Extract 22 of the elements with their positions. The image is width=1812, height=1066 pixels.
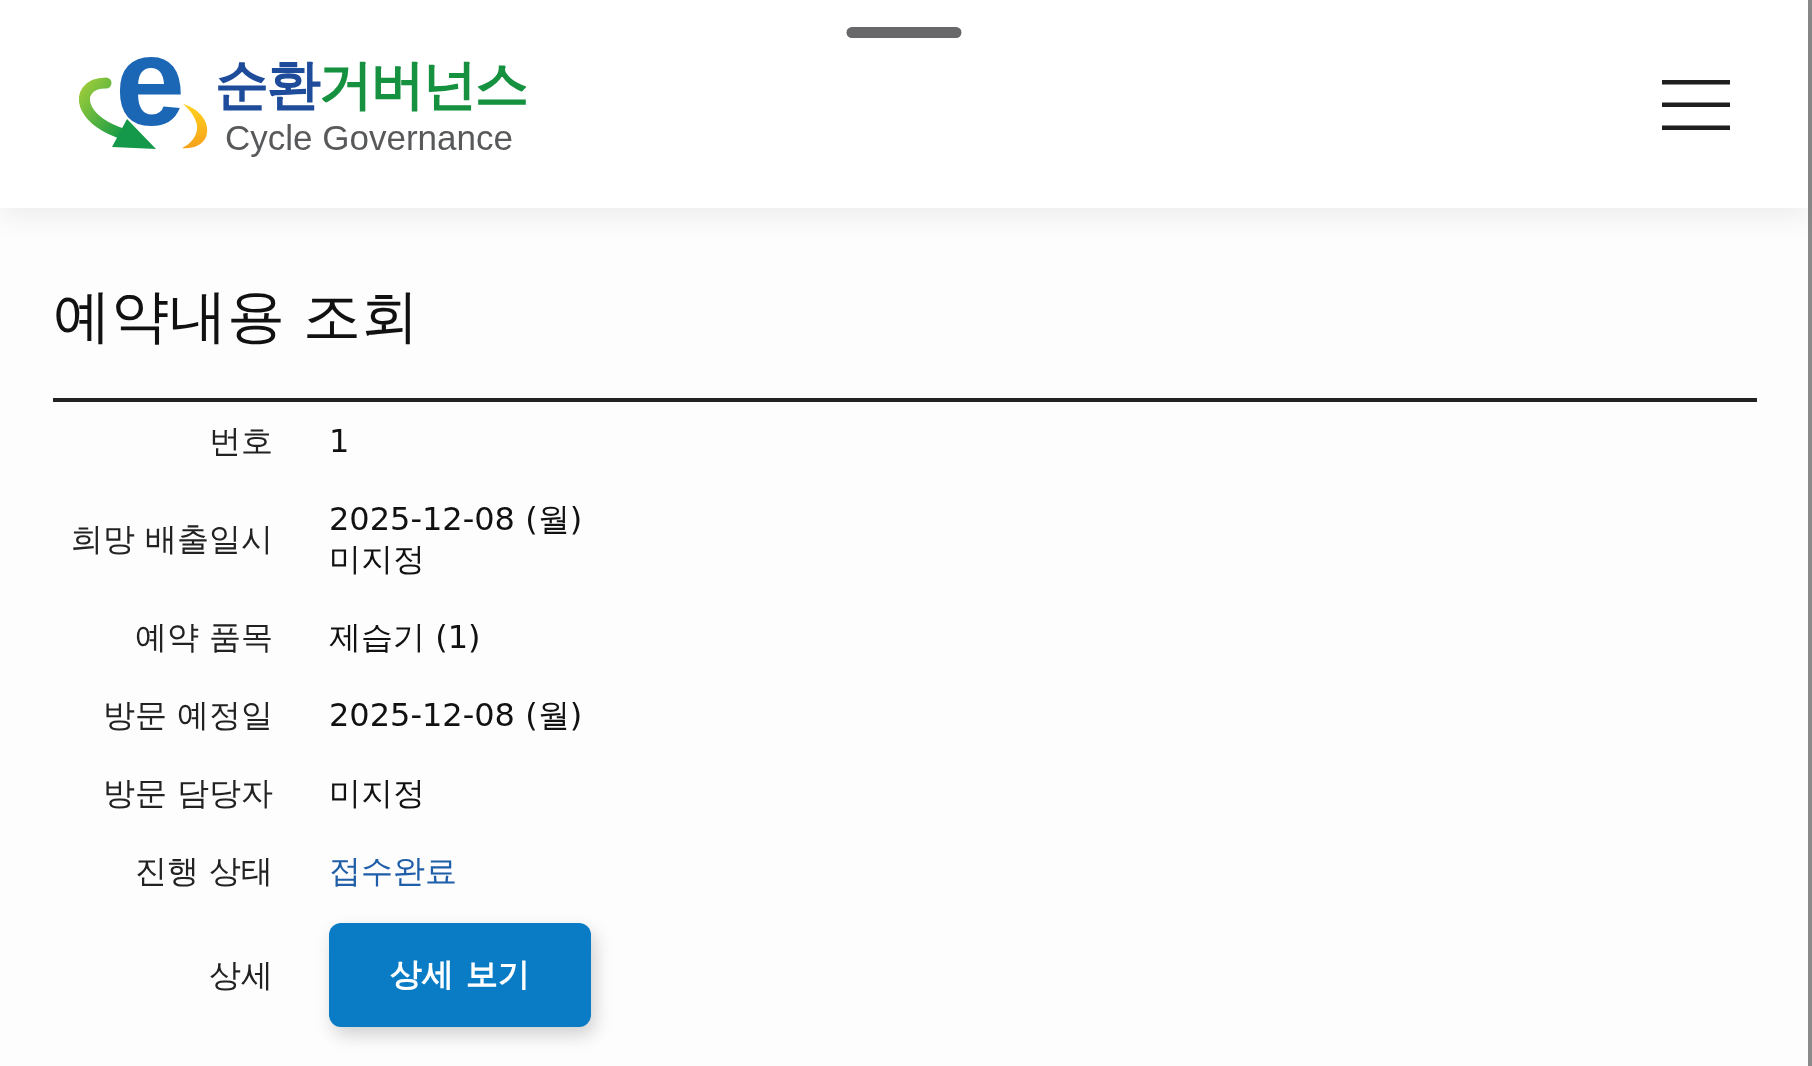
page-title: 예약내용 조회 [53,281,420,351]
field-label: 희망 배출일시 [70,519,273,559]
field-label: 번호 [209,421,273,461]
field-label: 예약 품목 [134,617,273,657]
menu-icon[interactable] [1662,80,1730,130]
field-value: 2025-12-08 (월) [329,695,583,735]
logo-title: 순환거버넌스 [215,55,527,115]
crescent-icon [180,103,210,149]
field-label: 방문 예정일 [102,695,273,735]
field-value: 미지정 [329,539,425,579]
field-value: 1 [329,421,350,461]
field-value: 미지정 [329,773,425,813]
logo-letter: e [115,35,186,130]
field-value: 제습기 (1) [329,617,481,657]
logo-subtitle: Cycle Governance [225,118,513,159]
field-label: 방문 담당자 [102,773,273,813]
drag-handle[interactable] [846,27,962,38]
field-label: 상세 [209,955,273,995]
field-label: 진행 상태 [134,851,273,891]
status-text: 접수완료 [329,851,457,891]
field-value: 2025-12-08 (월) [329,499,583,539]
detail-button[interactable]: 상세 보기 [329,923,591,1027]
